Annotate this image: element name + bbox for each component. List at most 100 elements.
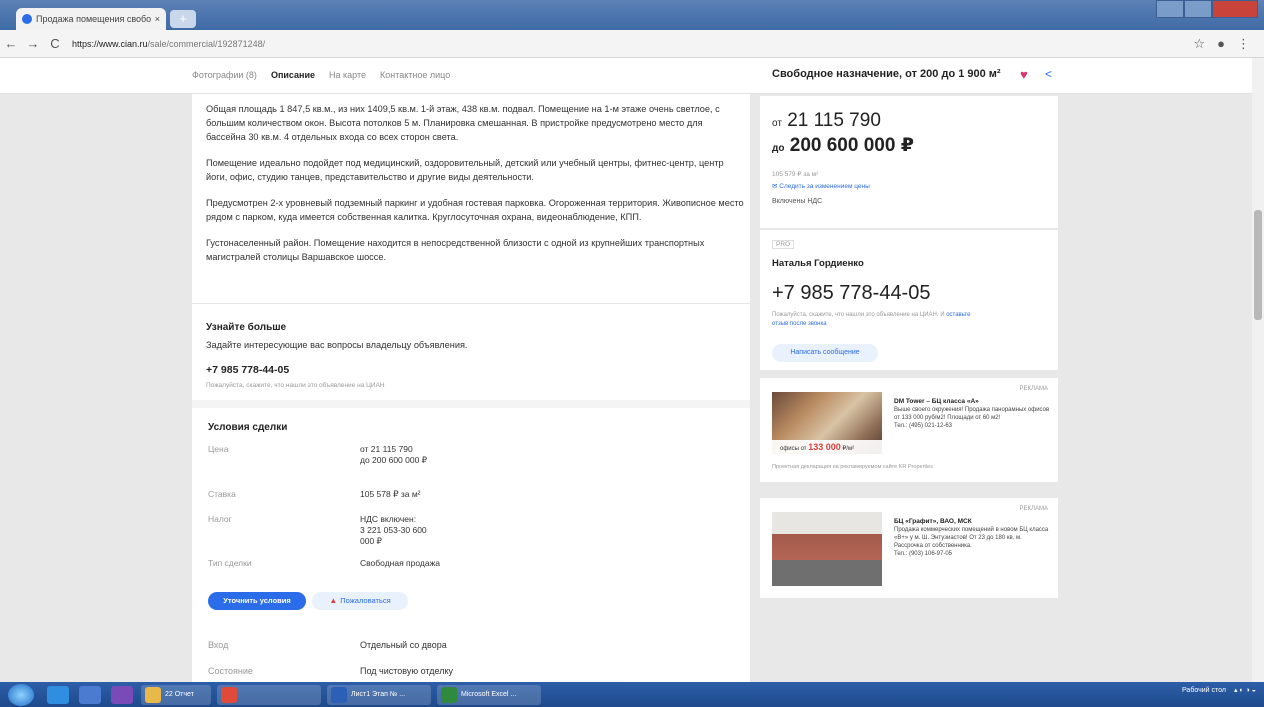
ad-footer: Проектная декларация на рекламируемом са… [772,464,933,470]
bookmark-star-icon[interactable]: ☆ [1193,36,1205,52]
taskbar-task[interactable]: 22 Отчет [141,684,211,705]
ad-phone: Тел.: (495) 021-12-63 [894,423,952,429]
scrollbar-thumb[interactable] [1254,210,1262,320]
new-tab-button[interactable]: + [170,10,196,28]
mail-icon[interactable] [111,685,133,704]
detail-value: Отдельный со двора [360,640,447,650]
description-paragraph: Общая площадь 1 847,5 кв.м., из них 1409… [206,104,720,142]
listing-title: Свободное назначение, от 200 до 1 900 м² [772,68,1001,80]
ad-text: БЦ «Графит», ВАО, МСК Продажа коммерческ… [894,518,1050,558]
vat-note: Включены НДС [772,198,823,205]
address-bar: ← → C https://www.cian.ru/sale/commercia… [0,30,1264,58]
detail-key: Вход [208,640,229,650]
ie-icon[interactable] [47,685,69,704]
ad-title: DM Tower – БЦ класса «А» [894,398,979,405]
divider [192,303,750,304]
description-paragraph: Помещение идеально подойдет под медицинс… [206,158,724,182]
explorer-icon[interactable] [79,685,101,704]
detail-key: Состояние [208,666,253,676]
tray-desktop-label[interactable]: Рабочий стол [1182,687,1226,694]
divider [192,400,750,408]
reload-icon[interactable]: C [44,36,66,51]
taskbar-task-label: 22 Отчет [165,690,194,698]
detail-value: Под чистовую отделку [360,666,453,676]
follow-price-link[interactable]: ✉ Следить за изменением цены [772,182,870,190]
back-icon[interactable]: ← [0,36,22,51]
agent-name[interactable]: Наталья Гордиенко [772,258,864,269]
tray-icons[interactable]: ▴ ◐ ◑ ◒ [1234,686,1256,694]
browser-tab[interactable]: Продажа помещения свобод × [16,8,166,30]
url-path: /sale/commercial/192871248/ [147,38,266,49]
ad-body: Выше своего окружения! Продажа панорамны… [894,407,1050,421]
price-to-value: 200 600 000 ₽ [789,135,914,156]
condition-value: НДС включен: 3 221 053-30 600 000 ₽ [360,514,427,546]
condition-key: Цена [208,444,229,454]
tab-photos[interactable]: Фотографии (8) [192,70,257,80]
pro-badge: PRO [772,240,795,249]
agent-card: PRO Наталья Гордиенко +7 985 778-44-05 П… [760,230,1058,370]
clarify-conditions-button[interactable]: Уточнить условия [208,592,306,610]
url-host: https://www.cian.ru [72,38,148,49]
ad-image[interactable] [772,512,882,586]
tab-title: Продажа помещения свобод [36,14,151,24]
menu-icon[interactable]: ⋮ [1237,36,1250,52]
condition-value: 105 578 ₽ за м² [360,489,421,499]
ad-image[interactable]: офисы от 133 000 ₽/м² [772,392,882,454]
forward-icon[interactable]: → [22,36,44,51]
taskbar-task[interactable]: Лист1 Этап № ... [327,684,431,705]
ad-price-bar: офисы от 133 000 ₽/м² [772,440,882,454]
learn-more-note: Пожалуйста, скажите, что нашли это объяв… [206,382,385,389]
report-label: Пожаловаться [340,596,391,605]
tab-map[interactable]: На карте [329,70,366,80]
ad-body: Продажа коммерческих помещений в новом Б… [894,527,1049,549]
write-message-button[interactable]: Написать сообщение [772,344,878,362]
condition-value: от 21 115 790 до 200 600 000 ₽ [360,444,428,465]
agent-note-text: Пожалуйста, скажите, что нашли это объяв… [772,312,947,318]
browser-titlebar: Продажа помещения свобод × + [0,0,1264,30]
start-button[interactable] [8,683,34,706]
minimize-button[interactable] [1156,0,1184,18]
price-card: от 21 115 790 до 200 600 000 ₽ 105 579 ₽… [760,96,1058,228]
ad-tag: РЕКЛАМА [1019,506,1048,512]
tab-contact[interactable]: Контактное лицо [380,70,450,80]
condition-key: Тип сделки [208,558,252,568]
taskbar: 22 Отчет Лист1 Этап № ... Microsoft Exce… [0,682,1264,707]
ad-card[interactable]: РЕКЛАМА офисы от 133 000 ₽/м² DM Tower –… [760,378,1058,482]
condition-key: Налог [208,514,232,524]
price-from-value: 21 115 790 [787,110,881,131]
ad-text: DM Tower – БЦ класса «А» Выше своего окр… [894,398,1050,430]
profile-icon[interactable]: ● [1217,36,1225,52]
section-tabs: Фотографии (8) Описание На карте Контакт… [192,70,450,80]
learn-more-phone[interactable]: +7 985 778-44-05 [206,364,289,376]
details-section: Вход Отдельный со двора Состояние Под чи… [192,628,750,682]
price-to: до 200 600 000 ₽ [772,134,914,157]
price-per-m2: 105 579 ₽ за м² [772,171,819,178]
favorite-heart-icon[interactable]: ♥ [1020,67,1028,82]
chrome-icon [221,686,237,703]
condition-key: Ставка [208,489,236,499]
taskbar-task-label: Лист1 Этап № ... [351,690,406,698]
ad-phone: Тел.: (903) 106-97-05 [894,551,952,557]
tab-description[interactable]: Описание [271,70,315,80]
share-icon[interactable]: < [1045,67,1052,81]
description-paragraph: Предусмотрен 2-х уровневый подземный пар… [206,198,744,222]
ad-card[interactable]: РЕКЛАМА БЦ «Графит», ВАО, МСК Продажа ко… [760,498,1058,598]
price-to-prefix: до [772,143,785,154]
tab-close-icon[interactable]: × [155,14,160,24]
url-field[interactable]: https://www.cian.ru/sale/commercial/1928… [72,39,1193,49]
ad-title: БЦ «Графит», ВАО, МСК [894,518,972,525]
price-from-prefix: от [772,118,782,129]
agent-phone[interactable]: +7 985 778-44-05 [772,282,930,305]
taskbar-task[interactable]: Microsoft Excel ... [437,684,541,705]
taskbar-task[interactable] [217,684,321,705]
price-from: от 21 115 790 [772,110,881,132]
page-content: Фотографии (8) Описание На карте Контакт… [0,58,1264,682]
report-button[interactable]: ▲ Пожаловаться [312,592,408,610]
excel-icon [441,686,457,703]
maximize-button[interactable] [1184,0,1212,18]
warning-icon: ▲ [329,596,338,605]
close-window-button[interactable] [1212,0,1258,18]
main-column: Общая площадь 1 847,5 кв.м., из них 1409… [192,94,750,682]
scrollbar-track[interactable] [1252,58,1264,682]
agent-note: Пожалуйста, скажите, что нашли это объяв… [772,311,972,329]
